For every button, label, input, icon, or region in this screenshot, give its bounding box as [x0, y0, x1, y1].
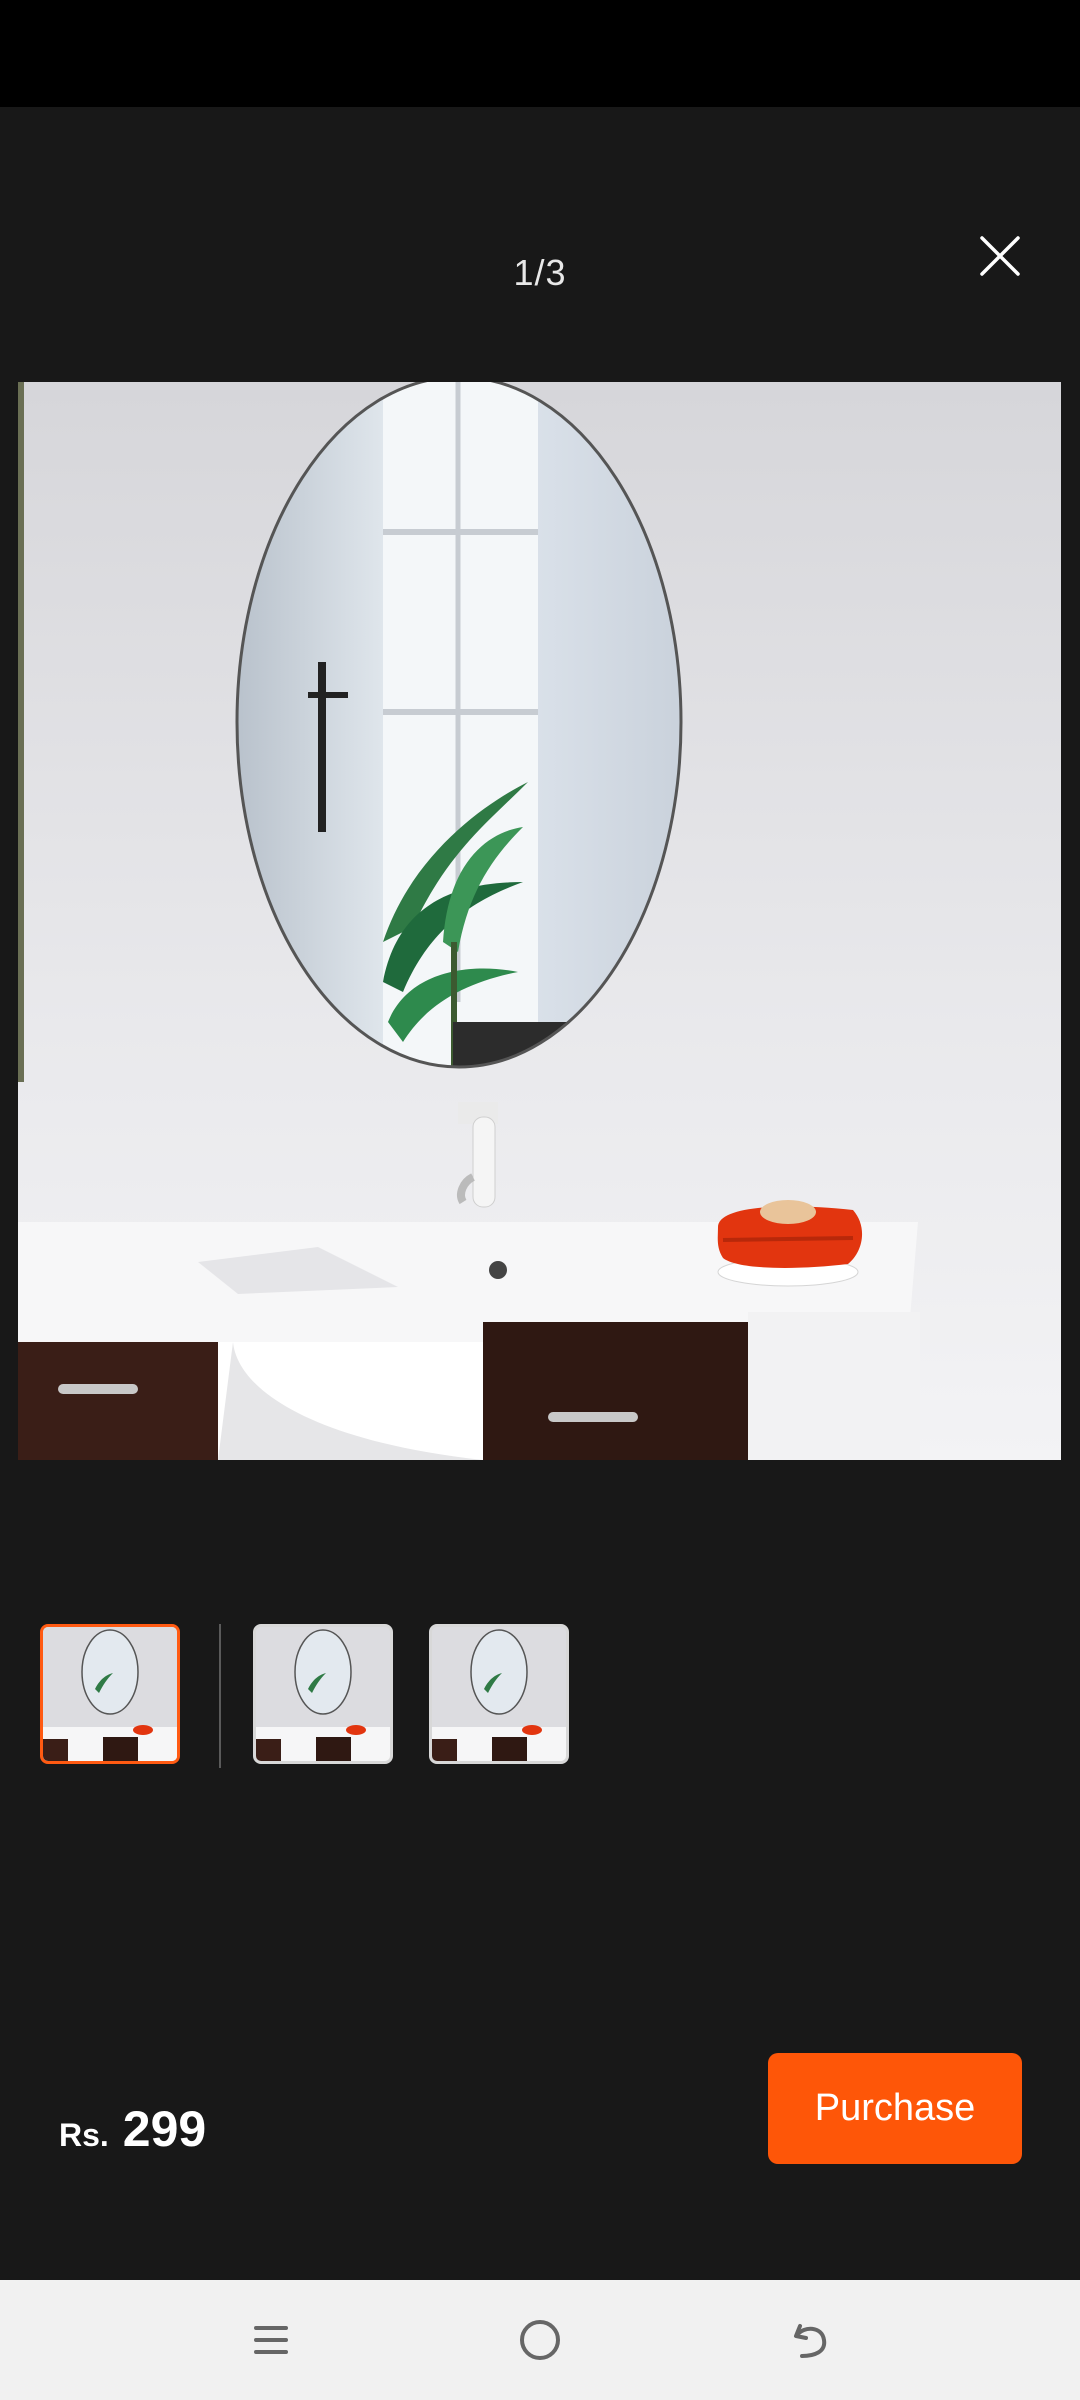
purchase-button[interactable]: Purchase	[768, 2053, 1022, 2164]
home-button[interactable]	[510, 2310, 570, 2370]
close-button[interactable]	[972, 228, 1028, 284]
thumbnail-3[interactable]	[429, 1624, 569, 1764]
product-image[interactable]	[18, 382, 1061, 1460]
menu-icon	[254, 2326, 288, 2354]
thumbnail-divider	[219, 1624, 221, 1768]
status-bar	[0, 0, 1080, 107]
system-nav-bar	[0, 2280, 1080, 2400]
thumbnail-2[interactable]	[253, 1624, 393, 1764]
price: Rs. 299	[59, 2100, 206, 2158]
home-icon	[520, 2320, 560, 2360]
price-currency: Rs.	[59, 2117, 109, 2153]
purchase-button-label: Purchase	[814, 2087, 976, 2129]
menu-button[interactable]	[240, 2310, 300, 2370]
back-button[interactable]	[780, 2310, 840, 2370]
price-amount: 299	[122, 2101, 207, 2157]
thumbnail-1[interactable]	[40, 1624, 180, 1764]
thumbnail-strip	[0, 1624, 1080, 1770]
close-icon	[980, 236, 1020, 276]
image-counter: 1/3	[513, 252, 567, 293]
back-icon	[794, 2324, 827, 2358]
